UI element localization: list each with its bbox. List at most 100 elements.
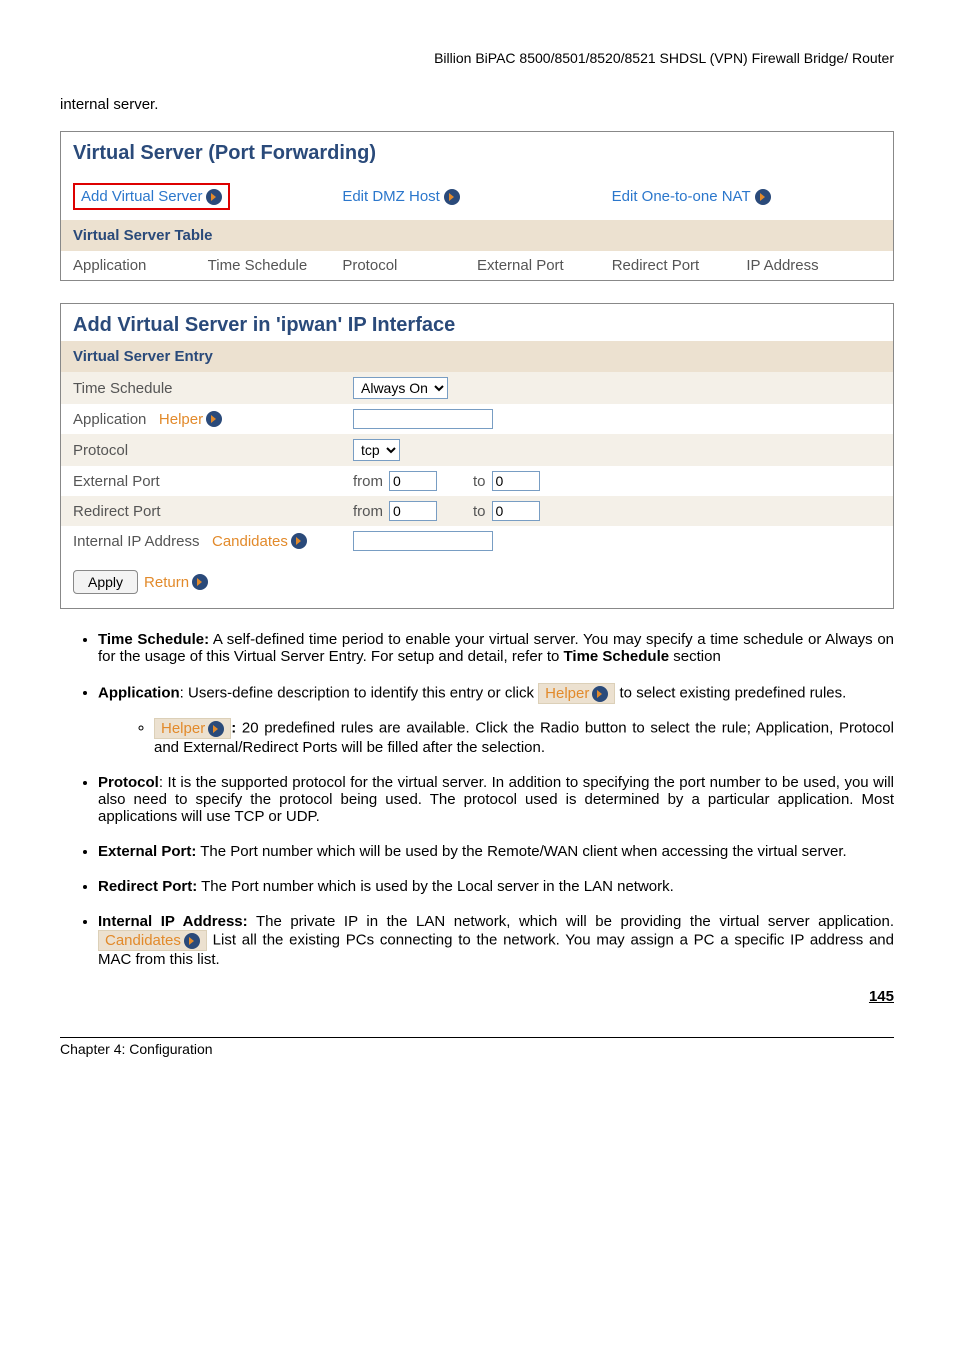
helper-badge: Helper (154, 718, 231, 739)
label-redirect-port: Redirect Port (73, 503, 353, 520)
col-time-schedule: Time Schedule (208, 257, 343, 274)
list-item: External Port: The Port number which wil… (98, 843, 894, 860)
arrow-icon (755, 189, 771, 205)
label-application-text: Application (73, 411, 146, 428)
label-external-port: External Port (73, 473, 353, 490)
strong-text: Redirect Port: (98, 878, 197, 895)
label-internal-ip-text: Internal IP Address (73, 533, 199, 550)
arrow-icon (206, 189, 222, 205)
col-protocol: Protocol (342, 257, 477, 274)
to-label: to (473, 473, 486, 490)
list-item: Helper : 20 predefined rules are availab… (154, 718, 894, 756)
application-input[interactable] (353, 409, 493, 429)
edit-dmz-link-cell: Edit DMZ Host (342, 188, 611, 205)
nav-link-row: Add Virtual Server Edit DMZ Host Edit On… (61, 177, 893, 220)
strong-text: Time Schedule (564, 648, 670, 665)
edit-nat-link[interactable]: Edit One-to-one NAT (612, 188, 751, 205)
external-from-input[interactable] (389, 471, 437, 491)
arrow-icon (206, 411, 222, 427)
candidates-badge: Candidates (98, 930, 207, 951)
panel-virtual-server: Virtual Server (Port Forwarding) Add Vir… (60, 131, 894, 281)
intro-text: internal server. (60, 96, 894, 113)
list-item: Protocol: It is the supported protocol f… (98, 774, 894, 825)
badge-text: Helper (545, 685, 589, 702)
add-virtual-server-link[interactable]: Add Virtual Server (81, 188, 202, 205)
row-time-schedule: Time Schedule Always On (61, 372, 893, 404)
row-protocol: Protocol tcp (61, 434, 893, 466)
page-number: 145 (60, 988, 894, 1005)
time-schedule-select[interactable]: Always On (353, 377, 448, 399)
row-external-port: External Port from to (61, 466, 893, 496)
from-label: from (353, 473, 383, 490)
col-external-port: External Port (477, 257, 612, 274)
return-text: Return (144, 574, 189, 591)
description-list: Time Schedule: A self-defined time perio… (60, 631, 894, 968)
body-text: The Port number which will be used by th… (196, 843, 846, 860)
list-item: Time Schedule: A self-defined time perio… (98, 631, 894, 665)
arrow-icon (291, 533, 307, 549)
list-item: Redirect Port: The Port number which is … (98, 878, 894, 895)
internal-ip-input[interactable] (353, 531, 493, 551)
table-header-row: Application Time Schedule Protocol Exter… (61, 251, 893, 280)
label-protocol: Protocol (73, 442, 353, 459)
row-redirect-port: Redirect Port from to (61, 496, 893, 526)
col-ip-address: IP Address (746, 257, 881, 274)
list-item: Application: Users-define description to… (98, 683, 894, 756)
body-text: The Port number which is used by the Loc… (197, 878, 674, 895)
badge-text: Candidates (105, 932, 181, 949)
body-text: The private IP in the LAN network, which… (248, 913, 894, 930)
body-text: 20 predefined rules are available. Click… (154, 719, 894, 756)
table-banner: Virtual Server Table (61, 220, 893, 251)
sub-list: Helper : 20 predefined rules are availab… (98, 718, 894, 756)
list-item: Internal IP Address: The private IP in t… (98, 913, 894, 968)
page-header: Billion BiPAC 8500/8501/8520/8521 SHDSL … (60, 50, 894, 66)
application-helper-link[interactable]: Helper (159, 411, 222, 428)
label-time-schedule: Time Schedule (73, 380, 353, 397)
from-label: from (353, 503, 383, 520)
edit-dmz-link[interactable]: Edit DMZ Host (342, 188, 440, 205)
panel-title: Virtual Server (Port Forwarding) (61, 132, 893, 169)
strong-text: External Port: (98, 843, 196, 860)
apply-row: Apply Return (61, 556, 893, 608)
add-virtual-server-link-cell: Add Virtual Server (73, 183, 342, 210)
apply-button[interactable]: Apply (73, 570, 138, 594)
helper-badge: Helper (538, 683, 615, 704)
edit-nat-link-cell: Edit One-to-one NAT (612, 188, 881, 205)
body-text: List all the existing PCs connecting to … (98, 931, 894, 968)
label-internal-ip: Internal IP Address Candidates (73, 533, 353, 550)
entry-banner: Virtual Server Entry (61, 341, 893, 372)
body-text: A self-defined time period to enable you… (98, 631, 894, 665)
body-text: : It is the supported protocol for the v… (98, 774, 894, 825)
highlight-box: Add Virtual Server (73, 183, 230, 210)
body-text: section (669, 648, 721, 665)
arrow-icon (592, 686, 608, 702)
row-internal-ip: Internal IP Address Candidates (61, 526, 893, 556)
arrow-icon (444, 189, 460, 205)
arrow-icon (208, 721, 224, 737)
panel-title-add: Add Virtual Server in 'ipwan' IP Interfa… (61, 304, 893, 341)
redirect-from-input[interactable] (389, 501, 437, 521)
label-application: Application Helper (73, 411, 353, 428)
candidates-text: Candidates (212, 533, 288, 550)
protocol-select[interactable]: tcp (353, 439, 400, 461)
body-text: : Users-define description to identify t… (180, 684, 538, 701)
strong-text: Application (98, 684, 180, 701)
to-label: to (473, 503, 486, 520)
helper-text: Helper (159, 411, 203, 428)
arrow-icon (184, 933, 200, 949)
row-application: Application Helper (61, 404, 893, 434)
col-application: Application (73, 257, 208, 274)
body-text: to select existing predefined rules. (620, 684, 847, 701)
strong-text: Protocol (98, 774, 159, 791)
panel-add-virtual-server: Add Virtual Server in 'ipwan' IP Interfa… (60, 303, 894, 609)
redirect-to-input[interactable] (492, 501, 540, 521)
arrow-icon (192, 574, 208, 590)
return-link[interactable]: Return (144, 574, 208, 591)
external-to-input[interactable] (492, 471, 540, 491)
badge-text: Helper (161, 720, 205, 737)
strong-text: Internal IP Address: (98, 913, 248, 930)
page-footer: Chapter 4: Configuration (60, 1037, 894, 1057)
candidates-link[interactable]: Candidates (212, 533, 307, 550)
strong-text: Time Schedule: (98, 631, 209, 648)
col-redirect-port: Redirect Port (612, 257, 747, 274)
